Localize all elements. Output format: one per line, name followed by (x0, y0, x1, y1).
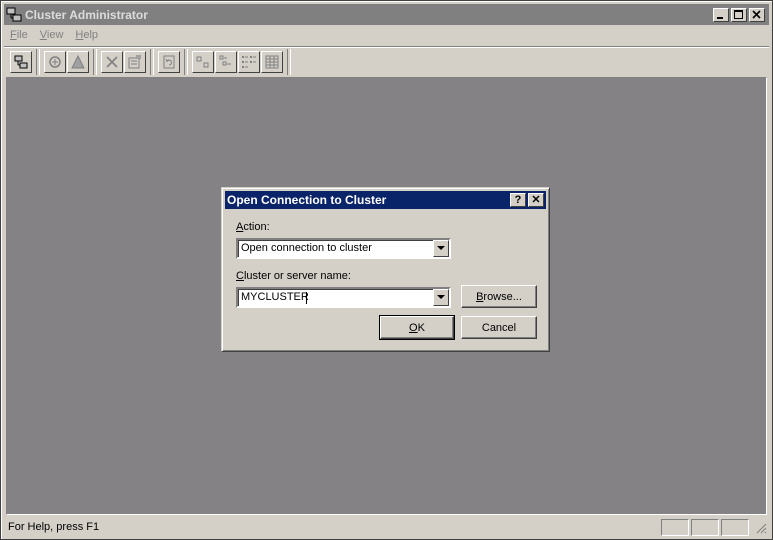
list-view-button[interactable] (238, 51, 260, 73)
resize-grip-icon[interactable] (755, 522, 767, 534)
delete-button[interactable] (101, 51, 123, 73)
small-icons-view-button[interactable] (215, 51, 237, 73)
open-connection-dialog: Open Connection to Cluster ? ✕ Action: O… (221, 187, 550, 352)
bring-online-icon (49, 56, 61, 68)
take-offline-icon (71, 54, 85, 69)
action-value: Open connection to cluster (241, 242, 372, 254)
details-view-icon (265, 55, 279, 69)
close-icon: ✕ (531, 193, 541, 206)
toolbar-separator (287, 49, 291, 75)
dialog-title-bar[interactable]: Open Connection to Cluster ? ✕ (225, 191, 546, 209)
status-pane (691, 519, 719, 536)
properties-icon (128, 55, 141, 69)
menu-view[interactable]: View (34, 29, 70, 41)
title-bar[interactable]: Cluster Administrator (4, 4, 769, 25)
refresh-button[interactable] (158, 51, 180, 73)
toolbar-separator (184, 49, 188, 75)
minimize-button[interactable] (713, 8, 729, 22)
action-dropdown[interactable]: Open connection to cluster (236, 238, 451, 259)
ok-button[interactable]: OK (379, 315, 455, 340)
action-label: Action: (236, 221, 270, 233)
connect-cluster-button[interactable] (10, 51, 32, 73)
menu-bar: File View Help (4, 26, 104, 44)
maximize-icon (734, 10, 743, 19)
status-pane (661, 519, 689, 536)
cancel-button[interactable]: Cancel (461, 316, 537, 339)
menu-help[interactable]: Help (69, 29, 104, 41)
close-button[interactable] (749, 8, 765, 22)
server-name-input[interactable]: MYCLUSTER (236, 287, 451, 308)
dialog-title: Open Connection to Cluster (227, 193, 387, 207)
dialog-close-button[interactable]: ✕ (528, 193, 544, 207)
delete-icon (106, 56, 118, 68)
list-view-icon (242, 56, 256, 68)
small-icons-view-icon (219, 55, 231, 66)
server-name-value: MYCLUSTER (241, 291, 309, 303)
chevron-down-icon (437, 246, 445, 250)
window-title: Cluster Administrator (25, 7, 148, 22)
toolbar-separator (150, 49, 154, 75)
text-caret (306, 292, 307, 304)
toolbar-separator (93, 49, 97, 75)
details-view-button[interactable] (261, 51, 283, 73)
minimize-icon (717, 17, 723, 19)
maximize-button[interactable] (731, 8, 747, 22)
status-text: For Help, press F1 (8, 521, 100, 533)
dialog-help-button[interactable]: ? (510, 193, 526, 207)
connect-cluster-icon (14, 55, 28, 69)
server-name-label: Cluster or server name: (236, 270, 351, 282)
toolbar-separator (36, 49, 40, 75)
large-icons-view-icon (196, 56, 209, 68)
status-pane (721, 519, 749, 536)
close-icon (752, 10, 761, 19)
menu-file[interactable]: File (4, 29, 34, 41)
refresh-icon (163, 55, 175, 69)
chevron-down-icon (437, 295, 445, 299)
bring-online-button[interactable] (44, 51, 66, 73)
toolbar (4, 46, 769, 77)
action-dropdown-arrow[interactable] (433, 240, 449, 257)
take-offline-button[interactable] (67, 51, 89, 73)
properties-button[interactable] (124, 51, 146, 73)
browse-button[interactable]: Browse... (461, 285, 537, 308)
server-name-dropdown-arrow[interactable] (433, 289, 449, 306)
cluster-admin-icon (6, 7, 22, 21)
status-bar: For Help, press F1 (4, 518, 769, 536)
large-icons-view-button[interactable] (192, 51, 214, 73)
help-icon: ? (514, 193, 522, 206)
